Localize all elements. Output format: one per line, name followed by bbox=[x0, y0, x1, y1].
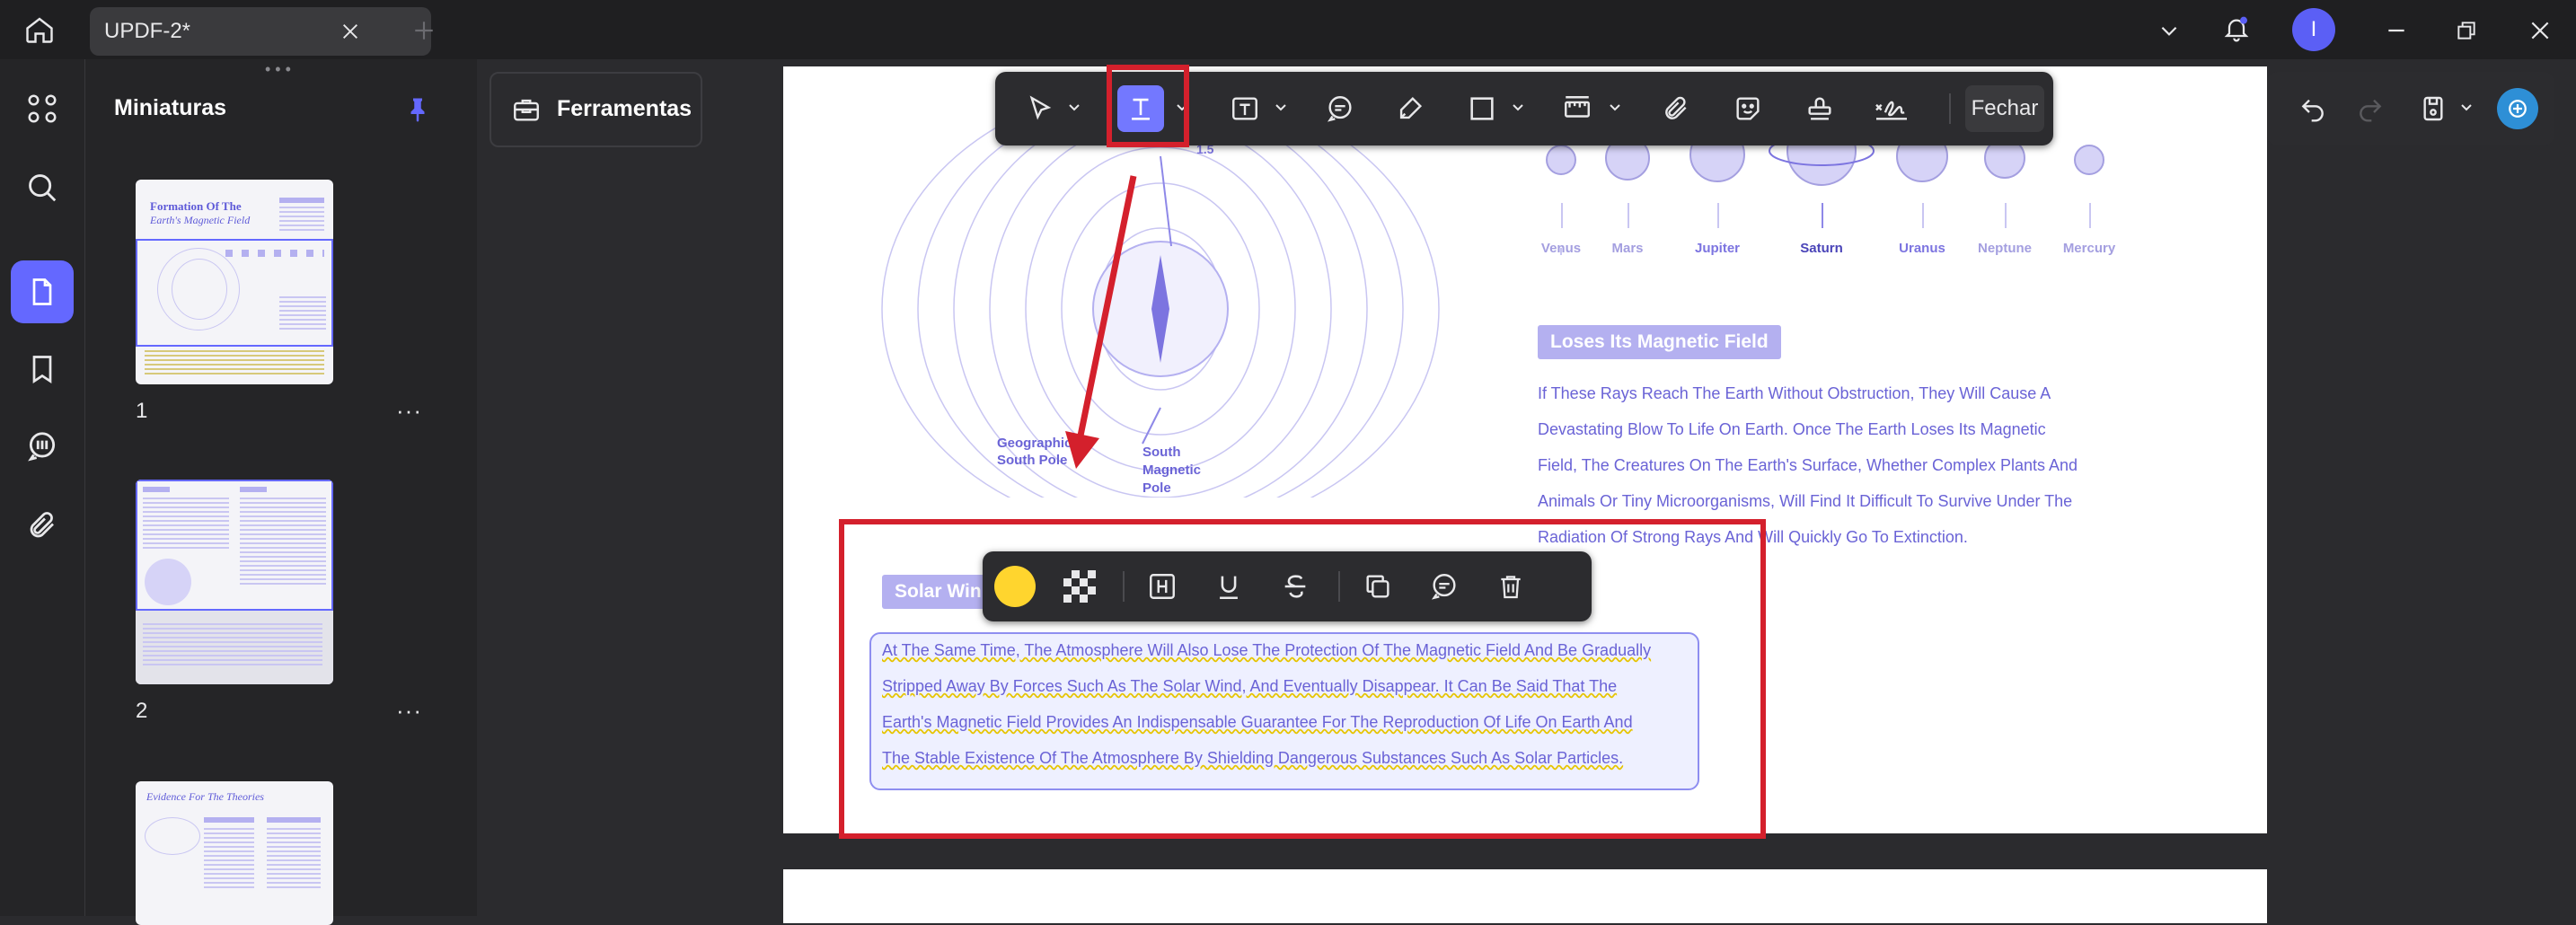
section-title: Loses Its Magnetic Field bbox=[1538, 325, 1781, 359]
chevron-down-icon[interactable] bbox=[1608, 99, 1622, 117]
thumb-heading: Formation Of The bbox=[150, 199, 242, 213]
redo-icon[interactable] bbox=[2350, 88, 2391, 129]
highlight-icon[interactable] bbox=[1139, 563, 1186, 610]
paragraph-line: If These Rays Reach The Earth Without Ob… bbox=[1538, 384, 2051, 402]
attachment-icon[interactable] bbox=[1653, 85, 1699, 132]
chevron-down-icon[interactable] bbox=[1067, 99, 1081, 117]
search-icon[interactable] bbox=[11, 156, 74, 219]
avatar[interactable]: I bbox=[2292, 8, 2335, 51]
signature-icon[interactable] bbox=[1868, 85, 1915, 132]
more-options-icon[interactable]: ··· bbox=[396, 697, 422, 725]
title-bar: UPDF-2* I bbox=[0, 0, 2576, 59]
notification-bell-icon[interactable] bbox=[2217, 9, 2256, 48]
pages-icon[interactable] bbox=[11, 260, 74, 323]
home-icon[interactable] bbox=[18, 12, 61, 48]
more-options-icon[interactable]: ··· bbox=[396, 397, 422, 425]
opacity-icon[interactable] bbox=[1056, 563, 1103, 610]
rectangle-icon[interactable] bbox=[1459, 85, 1505, 132]
paragraph-line: Animals Or Tiny Microorganisms, Will Fin… bbox=[1538, 492, 2073, 510]
page-thumbnail[interactable]: Evidence For The Theories bbox=[136, 781, 333, 925]
toolbar-divider bbox=[1123, 571, 1125, 602]
apps-grid-icon[interactable] bbox=[11, 77, 74, 140]
new-tab-icon[interactable] bbox=[406, 13, 442, 48]
planet-ticks bbox=[1520, 203, 2113, 230]
close-toolbar-button[interactable]: Fechar bbox=[1965, 85, 2044, 132]
next-document-page[interactable] bbox=[783, 869, 2267, 923]
thumbnails-panel: • • • Miniaturas Formation Of The Earth'… bbox=[85, 59, 477, 925]
document-gutter bbox=[478, 59, 783, 916]
paragraph-line: Field, The Creatures On The Earth's Surf… bbox=[1538, 456, 2078, 474]
planet-label: Jupiter bbox=[1694, 241, 1740, 256]
comment-icon[interactable] bbox=[11, 415, 74, 478]
restore-icon[interactable] bbox=[2448, 13, 2484, 48]
close-window-icon[interactable] bbox=[2522, 13, 2558, 48]
delete-icon[interactable] bbox=[1487, 563, 1534, 610]
thumb-heading: Evidence For The Theories bbox=[146, 790, 264, 803]
thumb-page-number: 2 bbox=[136, 699, 148, 723]
toolbar-divider bbox=[1338, 571, 1340, 602]
ruler-measure-icon[interactable] bbox=[1554, 85, 1601, 132]
thumb-heading-2: Earth's Magnetic Field bbox=[150, 214, 251, 226]
panel-title: Miniaturas bbox=[114, 95, 227, 120]
minimize-icon[interactable] bbox=[2378, 13, 2414, 48]
selection-context-toolbar bbox=[983, 551, 1592, 621]
bookmark-icon[interactable] bbox=[11, 338, 74, 401]
undo-icon[interactable] bbox=[2292, 88, 2333, 129]
pen-icon[interactable] bbox=[1387, 85, 1434, 132]
planet-label: Saturn bbox=[1800, 241, 1843, 256]
attachment-icon[interactable] bbox=[11, 494, 74, 557]
chevron-down-icon[interactable] bbox=[2151, 13, 2187, 48]
tools-label: Ferramentas bbox=[557, 96, 693, 121]
red-highlight-box bbox=[1107, 65, 1189, 147]
magnetic-south-pole-label: South Magnetic Pole bbox=[1142, 445, 1202, 496]
chevron-down-icon[interactable] bbox=[1274, 99, 1288, 117]
tab-title: UPDF-2* bbox=[104, 19, 191, 43]
panel-resize-handle[interactable]: • • • bbox=[265, 61, 301, 77]
comment-icon[interactable] bbox=[1421, 563, 1468, 610]
document-tab[interactable]: UPDF-2* bbox=[90, 7, 431, 56]
planet-label: Mercury bbox=[2062, 241, 2116, 256]
ai-assistant-icon[interactable] bbox=[2497, 88, 2538, 129]
planets-row bbox=[1546, 138, 2104, 255]
copy-icon[interactable] bbox=[1354, 563, 1401, 610]
save-icon[interactable] bbox=[2413, 88, 2454, 129]
thumb-page-number: 1 bbox=[136, 399, 148, 423]
history-toolbar bbox=[2267, 72, 2554, 145]
red-arrow-annotation bbox=[1065, 175, 1137, 469]
toolbar-divider bbox=[1949, 93, 1951, 124]
chevron-down-icon[interactable] bbox=[1511, 99, 1525, 117]
strikethrough-icon[interactable] bbox=[1272, 563, 1319, 610]
left-rail bbox=[0, 59, 85, 916]
text-box-icon[interactable] bbox=[1222, 85, 1268, 132]
underline-icon[interactable] bbox=[1205, 563, 1252, 610]
chevron-down-icon[interactable] bbox=[2459, 99, 2474, 117]
sticker-icon[interactable] bbox=[1725, 85, 1771, 132]
tools-button[interactable]: Ferramentas bbox=[490, 72, 702, 147]
close-tab-icon[interactable] bbox=[332, 14, 368, 48]
pin-icon[interactable] bbox=[398, 90, 437, 129]
stamp-icon[interactable] bbox=[1796, 85, 1843, 132]
paragraph-line: Devastating Blow To Life On Earth. Once … bbox=[1538, 420, 2046, 438]
color-picker-icon[interactable] bbox=[992, 563, 1038, 610]
select-pointer-icon[interactable] bbox=[1017, 85, 1063, 132]
comment-icon[interactable] bbox=[1317, 85, 1363, 132]
page-thumbnail[interactable]: Formation Of The Earth's Magnetic Field bbox=[136, 180, 333, 384]
page-thumbnail[interactable] bbox=[136, 480, 333, 684]
toolbox-icon bbox=[507, 92, 545, 128]
